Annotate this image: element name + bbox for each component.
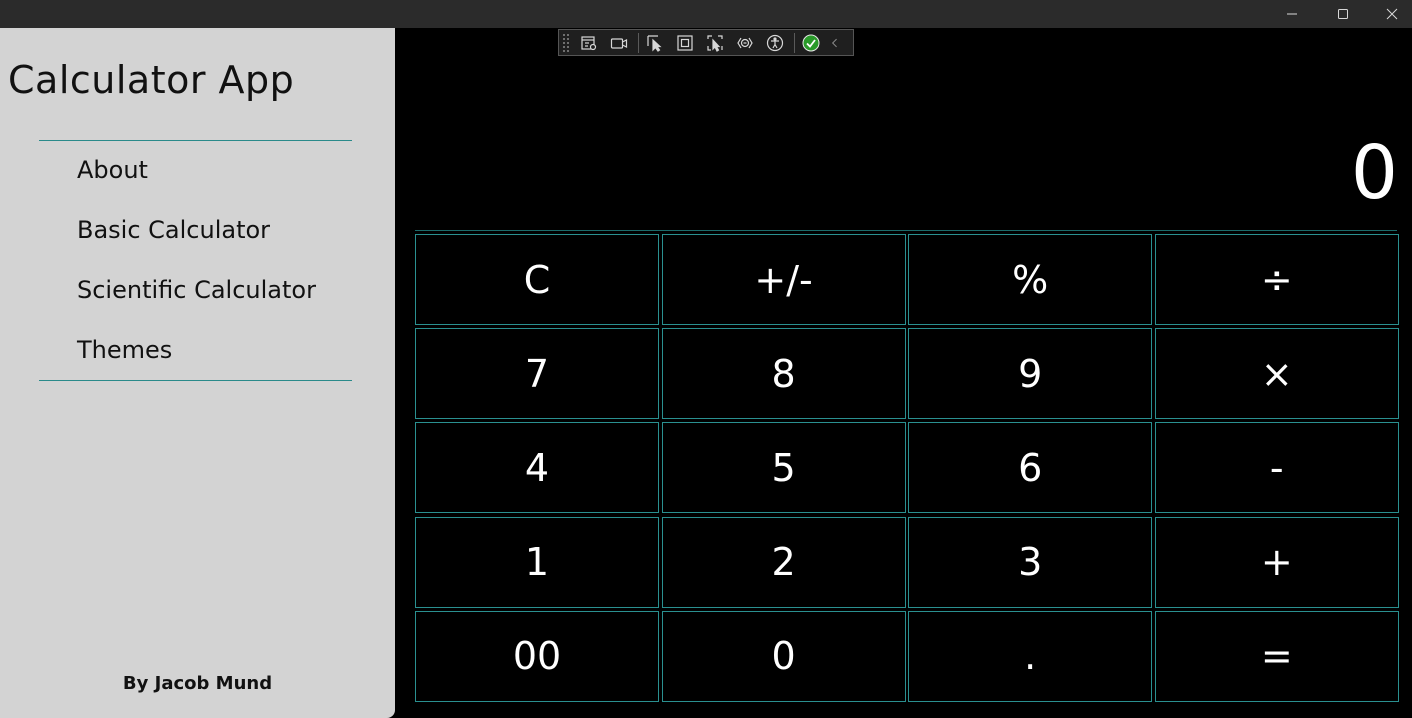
equals-button[interactable]: = [1154, 610, 1399, 702]
binding-failures-icon[interactable] [732, 31, 758, 55]
check-icon[interactable] [798, 31, 824, 55]
digit-6-button[interactable]: 6 [908, 422, 1153, 514]
live-visual-tree-icon[interactable] [576, 31, 602, 55]
nav-item-about[interactable]: About [77, 156, 148, 184]
negate-button[interactable]: +/- [661, 234, 906, 325]
digit-0-button[interactable]: 0 [661, 610, 906, 702]
toolbar-separator [794, 32, 795, 53]
sidebar: Calculator App About Basic Calculator Sc… [0, 28, 395, 718]
decimal-button[interactable]: . [908, 610, 1153, 702]
app-title: Calculator App [8, 58, 295, 102]
digit-9-button[interactable]: 9 [908, 328, 1153, 420]
multiply-button[interactable]: × [1154, 328, 1399, 420]
minimize-icon [1287, 13, 1297, 15]
maximize-button[interactable] [1320, 0, 1366, 28]
toolbar-grip[interactable] [562, 33, 570, 52]
maximize-icon [1338, 9, 1348, 19]
select-element-icon[interactable] [642, 31, 668, 55]
double-zero-button[interactable]: 00 [415, 610, 659, 702]
nav-divider-bottom [39, 380, 352, 381]
close-icon [1386, 8, 1398, 20]
toolbar-separator [638, 32, 639, 53]
digit-3-button[interactable]: 3 [908, 516, 1153, 608]
record-icon[interactable] [606, 31, 632, 55]
collapse-chevron-icon[interactable] [828, 31, 842, 55]
nav-item-scientific-calculator[interactable]: Scientific Calculator [77, 276, 316, 304]
author-credit: By Jacob Mund [122, 673, 273, 694]
divide-button[interactable]: ÷ [1154, 234, 1399, 325]
digit-4-button[interactable]: 4 [415, 422, 659, 514]
digit-8-button[interactable]: 8 [661, 328, 906, 420]
calculator-display: 0 [1350, 130, 1398, 216]
accessibility-icon[interactable] [762, 31, 788, 55]
nav-item-basic-calculator[interactable]: Basic Calculator [77, 216, 270, 244]
nav-divider-top [39, 140, 352, 141]
track-focused-element-icon[interactable] [702, 31, 728, 55]
nav-item-themes[interactable]: Themes [77, 336, 172, 364]
display-divider [415, 230, 1397, 231]
xaml-debug-toolbar [558, 29, 854, 56]
digit-5-button[interactable]: 5 [661, 422, 906, 514]
subtract-button[interactable]: - [1154, 422, 1399, 514]
digit-7-button[interactable]: 7 [415, 328, 659, 420]
close-button[interactable] [1369, 0, 1412, 28]
percent-button[interactable]: % [908, 234, 1153, 325]
digit-2-button[interactable]: 2 [661, 516, 906, 608]
title-bar [0, 0, 1412, 28]
add-button[interactable]: + [1154, 516, 1399, 608]
display-layout-adorners-icon[interactable] [672, 31, 698, 55]
minimize-button[interactable] [1269, 0, 1315, 28]
keypad: C +/- % ÷ 7 8 9 × 4 5 6 - 1 2 3 + 00 0 .… [415, 234, 1399, 702]
clear-button[interactable]: C [415, 234, 659, 325]
digit-1-button[interactable]: 1 [415, 516, 659, 608]
